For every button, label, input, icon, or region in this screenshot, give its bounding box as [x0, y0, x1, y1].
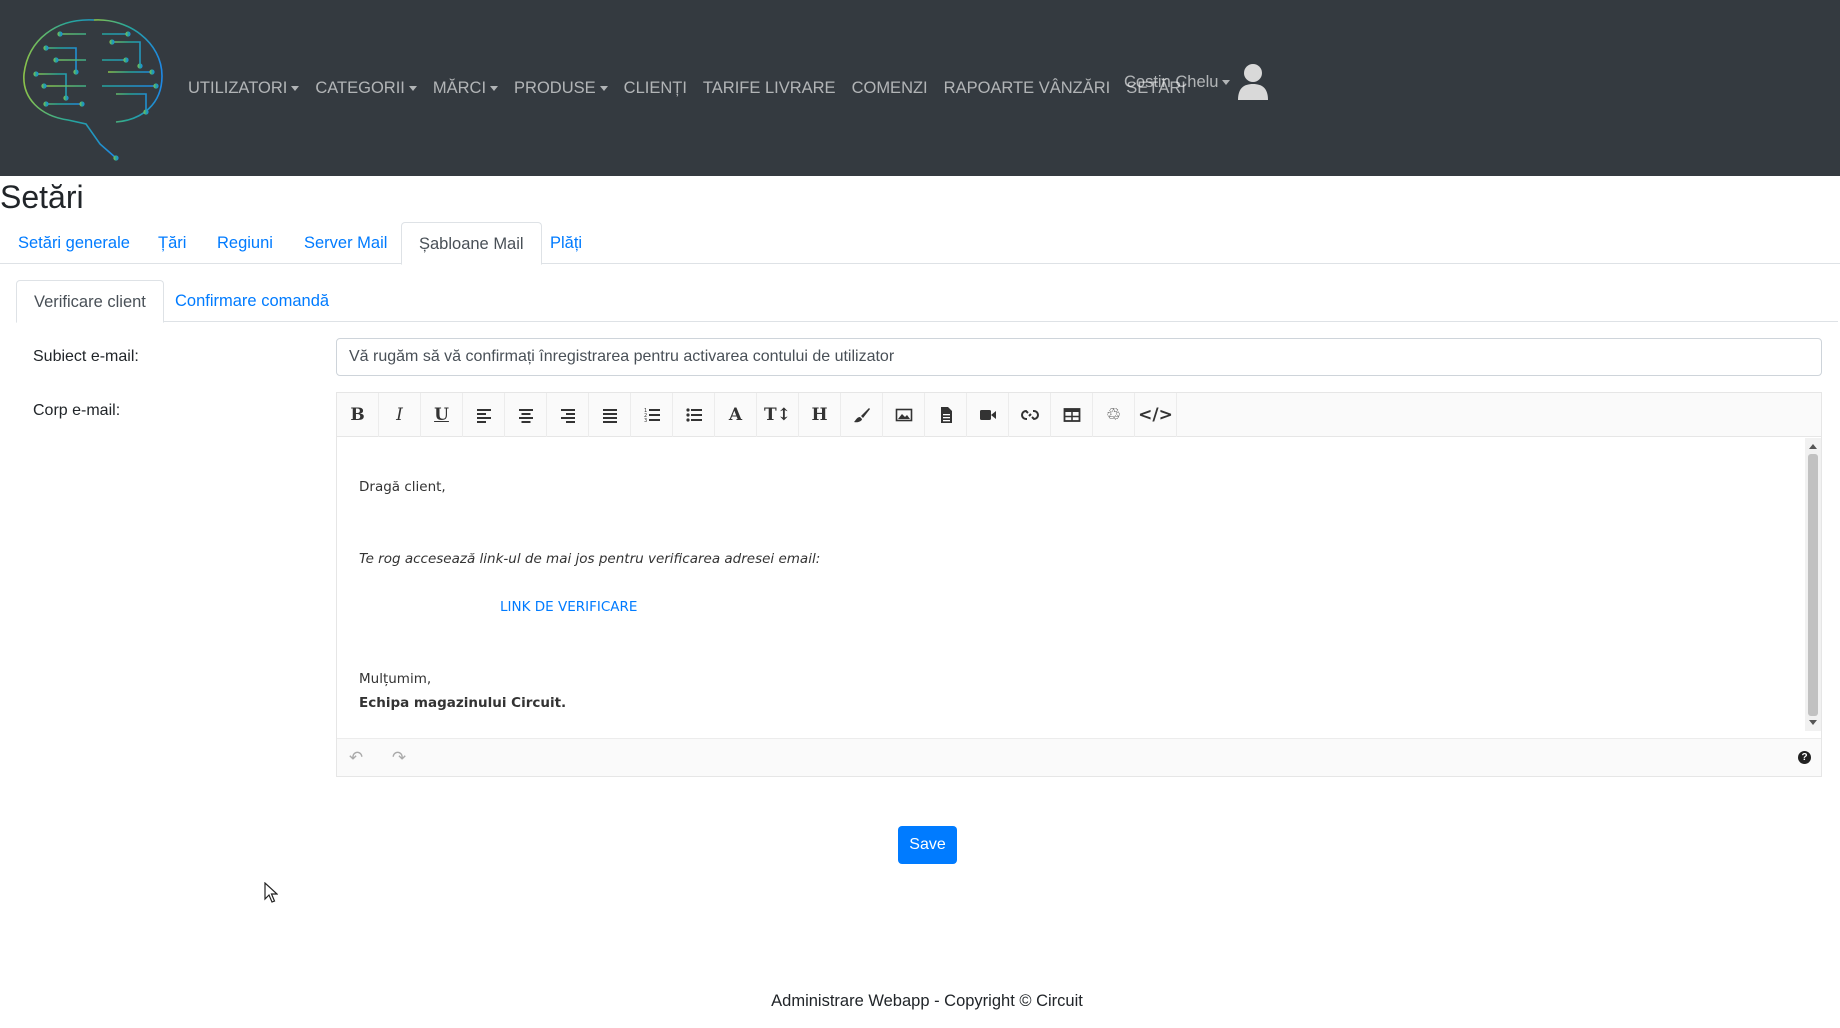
- nav-rapoarte-vanzari[interactable]: RAPOARTE VÂNZĂRI: [936, 79, 1119, 98]
- subtab-verificare-client[interactable]: Verificare client: [16, 280, 164, 323]
- tab-tari[interactable]: Țări: [141, 222, 203, 264]
- user-name: Costin Chelu: [1124, 72, 1219, 91]
- align-justify-icon[interactable]: [589, 393, 631, 437]
- editor-toolbar: B I U 123 A T↕ H ♲ </>: [337, 393, 1821, 437]
- brain-circuit-logo[interactable]: [16, 12, 170, 164]
- navbar: UTILIZATORI CATEGORII MĂRCI PRODUSE CLIE…: [0, 0, 1840, 176]
- ordered-list-icon[interactable]: 123: [631, 393, 673, 437]
- signature-text: Echipa magazinului Circuit.: [359, 695, 567, 711]
- editor-statusbar: ↶ ↷ ?: [337, 738, 1821, 776]
- caret-down-icon: [1222, 79, 1231, 85]
- brush-icon[interactable]: [841, 393, 883, 437]
- editor-content[interactable]: Dragă client, Te rog accesează link-ul d…: [337, 438, 1803, 731]
- footer: Administrare Webapp - Copyright © Circui…: [771, 992, 1083, 1010]
- nav-tarife-livrare[interactable]: TARIFE LIVRARE: [695, 79, 844, 98]
- code-icon[interactable]: </>: [1135, 393, 1177, 437]
- nav-label: CATEGORII: [315, 78, 405, 97]
- file-icon[interactable]: [925, 393, 967, 437]
- tab-setari-generale[interactable]: Setări generale: [1, 222, 147, 264]
- italic-icon[interactable]: I: [379, 393, 421, 437]
- body-label: Corp e-mail:: [33, 402, 121, 419]
- help-icon[interactable]: ?: [1798, 751, 1811, 764]
- nav-label: RAPOARTE VÂNZĂRI: [943, 78, 1111, 97]
- user-menu[interactable]: Costin Chelu: [1124, 64, 1269, 100]
- nav-comenzi[interactable]: COMENZI: [844, 79, 936, 98]
- nav-label: MĂRCI: [432, 78, 487, 97]
- main-nav: UTILIZATORI CATEGORII MĂRCI PRODUSE CLIE…: [180, 0, 1194, 176]
- nav-label: COMENZI: [851, 78, 928, 97]
- scroll-thumb[interactable]: [1808, 454, 1818, 716]
- bold-icon[interactable]: B: [337, 393, 379, 437]
- tab-server-mail[interactable]: Server Mail: [287, 222, 404, 264]
- svg-text:3: 3: [644, 418, 647, 424]
- align-left-icon[interactable]: [463, 393, 505, 437]
- user-icon: [1238, 64, 1269, 100]
- caret-down-icon: [490, 85, 499, 91]
- greeting-text: Dragă client,: [359, 479, 446, 495]
- nav-categorii[interactable]: CATEGORII: [307, 79, 425, 98]
- align-center-icon[interactable]: [505, 393, 547, 437]
- subtab-confirmare-comanda[interactable]: Confirmare comandă: [158, 280, 346, 322]
- link-icon[interactable]: [1009, 393, 1051, 437]
- verification-link[interactable]: LINK DE VERIFICARE: [500, 599, 637, 615]
- undo-icon[interactable]: ↶: [345, 747, 367, 769]
- tab-plati[interactable]: Plăți: [533, 222, 599, 264]
- nav-utilizatori[interactable]: UTILIZATORI: [180, 79, 307, 98]
- nav-produse[interactable]: PRODUSE: [506, 79, 616, 98]
- nav-label: TARIFE LIVRARE: [702, 78, 836, 97]
- settings-tabs: Setări generale Țări Regiuni Server Mail…: [0, 222, 1840, 265]
- align-right-icon[interactable]: [547, 393, 589, 437]
- tab-regiuni[interactable]: Regiuni: [200, 222, 290, 264]
- tab-sabloane-mail[interactable]: Șabloane Mail: [401, 222, 542, 265]
- font-size-icon[interactable]: T↕: [757, 393, 799, 437]
- caret-down-icon: [291, 85, 300, 91]
- save-button[interactable]: Save: [898, 826, 957, 864]
- nav-marci[interactable]: MĂRCI: [425, 79, 506, 98]
- table-icon[interactable]: [1051, 393, 1093, 437]
- recycle-icon[interactable]: ♲: [1093, 393, 1135, 437]
- nav-label: PRODUSE: [514, 78, 596, 97]
- mouse-cursor-icon: [264, 882, 278, 903]
- nav-label: CLIENȚI: [623, 78, 687, 97]
- nav-label: UTILIZATORI: [188, 78, 288, 97]
- scroll-down-icon[interactable]: [1809, 720, 1817, 725]
- page-title: Setări: [0, 179, 84, 215]
- unordered-list-icon[interactable]: [673, 393, 715, 437]
- font-color-icon[interactable]: A: [715, 393, 757, 437]
- thanks-text: Mulțumim,: [359, 671, 432, 687]
- underline-icon[interactable]: U: [421, 393, 463, 437]
- subject-label: Subiect e-mail:: [33, 348, 139, 365]
- redo-icon[interactable]: ↷: [388, 747, 410, 769]
- heading-icon[interactable]: H: [799, 393, 841, 437]
- image-icon[interactable]: [883, 393, 925, 437]
- editor-scrollbar[interactable]: [1805, 438, 1821, 731]
- subject-input[interactable]: [336, 338, 1822, 376]
- caret-down-icon: [599, 85, 608, 91]
- template-subtabs: Verificare client Confirmare comandă: [16, 280, 1838, 323]
- video-icon[interactable]: [967, 393, 1009, 437]
- rich-text-editor: B I U 123 A T↕ H ♲ </> Dragă client, Te …: [336, 392, 1822, 777]
- scroll-up-icon[interactable]: [1809, 444, 1817, 449]
- nav-clienti[interactable]: CLIENȚI: [616, 79, 695, 98]
- caret-down-icon: [408, 85, 417, 91]
- instruction-text: Te rog accesează link-ul de mai jos pent…: [359, 551, 821, 567]
